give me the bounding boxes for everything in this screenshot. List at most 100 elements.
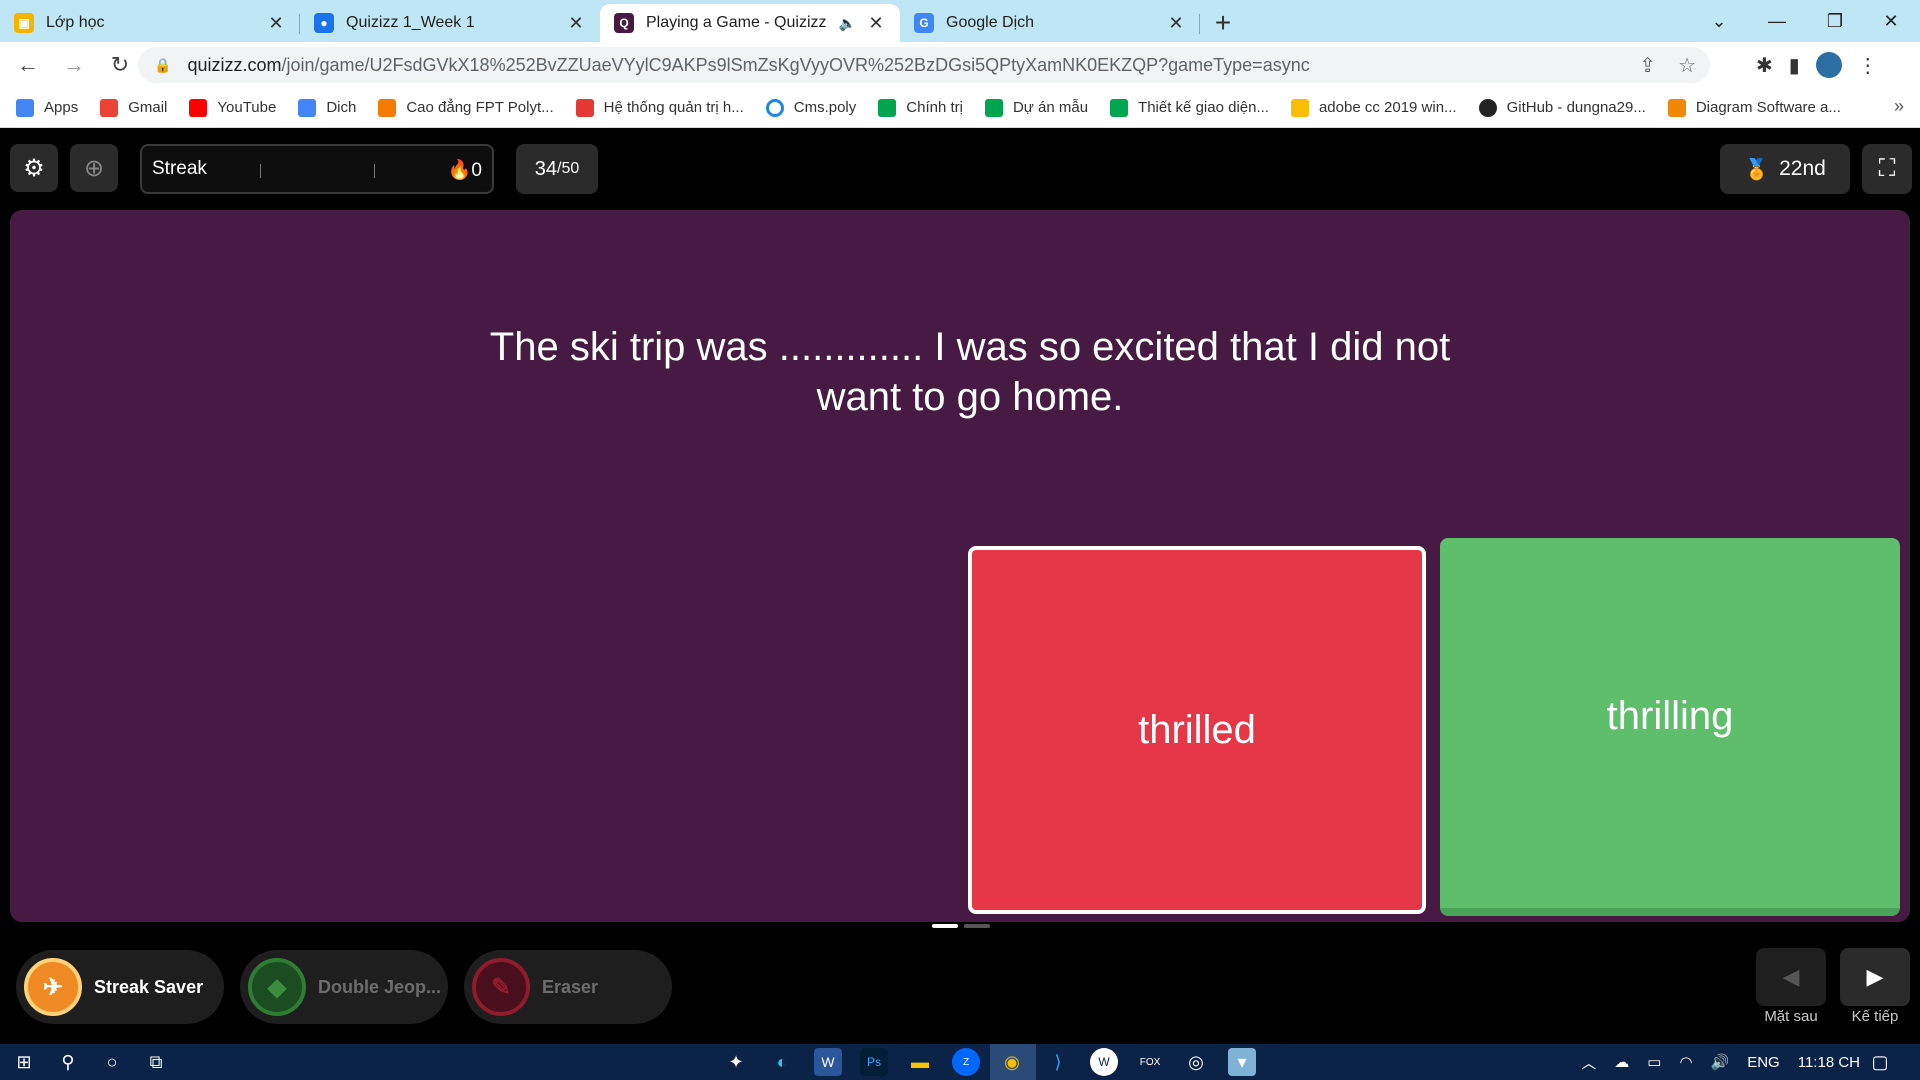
downloader-icon[interactable]: ▾ [1228, 1048, 1256, 1076]
tab-quizizz-week[interactable]: ● Quizizz 1_Week 1 ✕ [300, 4, 600, 42]
rank-value: 22nd [1779, 157, 1826, 180]
language-indicator[interactable]: ENG [1747, 1054, 1780, 1071]
windows-taskbar: ⊞ ⚲ ○ ⧉ ✦ ◐ W Ps ▬ Z ◉ ⟩ W FOX ◎ ▾ ︿ ☁ ▭… [0, 1044, 1920, 1080]
chevron-right-double-icon[interactable]: » [1894, 96, 1904, 117]
settings-gear-icon[interactable]: ⚙ [10, 144, 58, 192]
next-question-button[interactable]: ▶ [1840, 948, 1910, 1006]
tab-playing-game[interactable]: Q Playing a Game - Quizizz 🔈 ✕ [600, 4, 900, 42]
minimize-icon[interactable]: — [1748, 0, 1806, 42]
battery-icon[interactable]: ▭ [1647, 1053, 1661, 1071]
powerup-double-jeopardy[interactable]: ◆ Double Jeop... [240, 950, 448, 1024]
circle-icon [765, 98, 784, 117]
fullscreen-icon[interactable]: ⛶ [1862, 144, 1912, 194]
fox-icon[interactable]: FOX [1136, 1048, 1164, 1076]
tab-search-icon[interactable]: ⌄ [1690, 0, 1748, 42]
prev-question-button[interactable]: ◀ [1756, 948, 1826, 1006]
share-icon[interactable]: ⇪ [1639, 53, 1656, 78]
close-icon[interactable]: ✕ [1166, 13, 1186, 34]
bookmark-cms[interactable]: Cms.poly [765, 98, 856, 117]
tab-title: Playing a Game - Quizizz [646, 14, 827, 31]
wifi-icon[interactable]: ◠ [1679, 1053, 1692, 1071]
close-icon[interactable]: ✕ [566, 13, 586, 34]
word-icon[interactable]: W [814, 1048, 842, 1076]
task-view-icon[interactable]: ⧉ [142, 1048, 170, 1076]
chrome-icon[interactable]: ◉ [998, 1048, 1026, 1076]
answer-option-thrilling[interactable]: thrilling [1440, 538, 1900, 916]
zoom-in-icon[interactable]: ⊕ [70, 144, 118, 192]
volume-icon[interactable]: 🔊 [1711, 1053, 1730, 1071]
powerup-label: Streak Saver [94, 976, 204, 997]
vscode-icon[interactable]: ⟩ [1044, 1048, 1072, 1076]
zalo-icon[interactable]: Z [952, 1048, 980, 1076]
url-path: /join/game/U2FsdGVkX18%252BvZZUaeVYylC9A… [281, 54, 1310, 75]
folder-icon[interactable]: ▬ [906, 1048, 934, 1076]
classroom-user-icon: ● [314, 13, 334, 33]
fpt-small-icon [575, 98, 594, 117]
system-tray: ︿ ☁ ▭ ◠ 🔊 ENG 11:18 CH [1581, 1044, 1860, 1080]
bookmark-dich[interactable]: Dich [298, 98, 356, 117]
lock-icon[interactable]: 🔒 [154, 57, 171, 74]
triangle-left-icon: ◀ [1782, 964, 1800, 989]
bookmark-apps[interactable]: Apps [16, 98, 78, 117]
bookmark-adobe[interactable]: adobe cc 2019 win... [1290, 98, 1457, 117]
address-toolbar: ← → ↻ 🔒 quizizz.com/join/game/U2FsdGVkX1… [0, 42, 1920, 88]
page-dot-active[interactable] [932, 924, 958, 928]
side-panel-icon[interactable]: ▮ [1789, 53, 1800, 78]
windows-start-icon[interactable]: ⊞ [10, 1048, 38, 1076]
photoshop-icon[interactable]: Ps [860, 1048, 888, 1076]
profile-avatar[interactable] [1815, 52, 1842, 78]
eraser-icon: ✎ [472, 958, 530, 1016]
bookmark-he-thong[interactable]: Hệ thống quản trị h... [575, 98, 744, 117]
tab-separator [1199, 14, 1200, 34]
gmail-icon [100, 98, 119, 117]
powerup-streak-saver[interactable]: ✈ Streak Saver [16, 950, 224, 1024]
new-tab-button[interactable]: + [1200, 4, 1246, 42]
clock[interactable]: 11:18 CH [1798, 1054, 1860, 1071]
cortana-icon[interactable]: ○ [98, 1048, 126, 1076]
flame-icon: 🔥 [447, 160, 472, 181]
tab-lop-hoc[interactable]: ▣ Lớp học ✕ [0, 4, 300, 42]
bookmark-diagram[interactable]: Diagram Software a... [1667, 98, 1841, 117]
url-input[interactable]: 🔒 quizizz.com/join/game/U2FsdGVkX18%252B… [138, 47, 1710, 83]
menu-dots-icon[interactable]: ⋮ [1858, 53, 1878, 78]
edge-icon[interactable]: ◐ [768, 1048, 796, 1076]
app-bird-icon[interactable]: ✦ [722, 1048, 750, 1076]
powerups-bar: ✈ Streak Saver ◆ Double Jeop... ✎ Eraser [16, 950, 672, 1024]
apps-grid-icon [16, 98, 34, 117]
bookmarks-bar: Apps Gmail YouTube Dich Cao đẳng FPT Pol… [0, 88, 1920, 128]
page-dot[interactable] [964, 924, 990, 928]
close-icon[interactable]: ✕ [266, 13, 286, 34]
cloud-icon[interactable]: ☁ [1614, 1053, 1629, 1071]
bookmark-github[interactable]: GitHub - dungna29... [1478, 98, 1646, 117]
tab-google-dich[interactable]: G Google Dịch ✕ [900, 4, 1200, 42]
bookmark-gmail[interactable]: Gmail [100, 98, 167, 117]
answer-option-thrilled[interactable]: thrilled [968, 546, 1426, 914]
back-icon[interactable]: ← [10, 47, 46, 83]
extensions-puzzle-icon[interactable]: ✱ [1756, 53, 1773, 78]
browser-tab-bar: ▣ Lớp học ✕ ● Quizizz 1_Week 1 ✕ Q Playi… [0, 0, 1920, 42]
forward-icon[interactable]: → [56, 47, 92, 83]
obs-icon[interactable]: ◎ [1182, 1048, 1210, 1076]
powerup-eraser[interactable]: ✎ Eraser [464, 950, 672, 1024]
app-w-icon[interactable]: W [1090, 1048, 1118, 1076]
omnibox-actions: ⇪ ☆ [1639, 47, 1696, 83]
rank-badge[interactable]: 🏅 22nd [1720, 144, 1850, 194]
translate-icon [298, 98, 317, 117]
diagram-icon [1667, 98, 1686, 117]
notification-icon[interactable]: ▢ [1866, 1048, 1894, 1076]
bookmark-chinh-tri[interactable]: Chính trị [878, 98, 963, 117]
reload-icon[interactable]: ↻ [102, 47, 138, 83]
bookmark-star-icon[interactable]: ☆ [1678, 53, 1696, 78]
close-icon[interactable]: ✕ [866, 13, 886, 34]
bookmark-youtube[interactable]: YouTube [189, 98, 276, 117]
search-icon[interactable]: ⚲ [54, 1048, 82, 1076]
restore-icon[interactable]: ❐ [1806, 0, 1864, 42]
powerup-label: Eraser [542, 976, 599, 997]
chevron-up-icon[interactable]: ︿ [1581, 1052, 1596, 1073]
bookmark-fpt[interactable]: Cao đẳng FPT Polyt... [378, 98, 554, 117]
tab-title: Lớp học [46, 14, 105, 31]
bookmark-thiet-ke[interactable]: Thiết kế giao diện... [1110, 98, 1269, 117]
speaker-icon[interactable]: 🔈 [839, 15, 856, 32]
window-close-icon[interactable]: ✕ [1862, 0, 1920, 42]
bookmark-du-an[interactable]: Dự án mẫu [984, 98, 1088, 117]
